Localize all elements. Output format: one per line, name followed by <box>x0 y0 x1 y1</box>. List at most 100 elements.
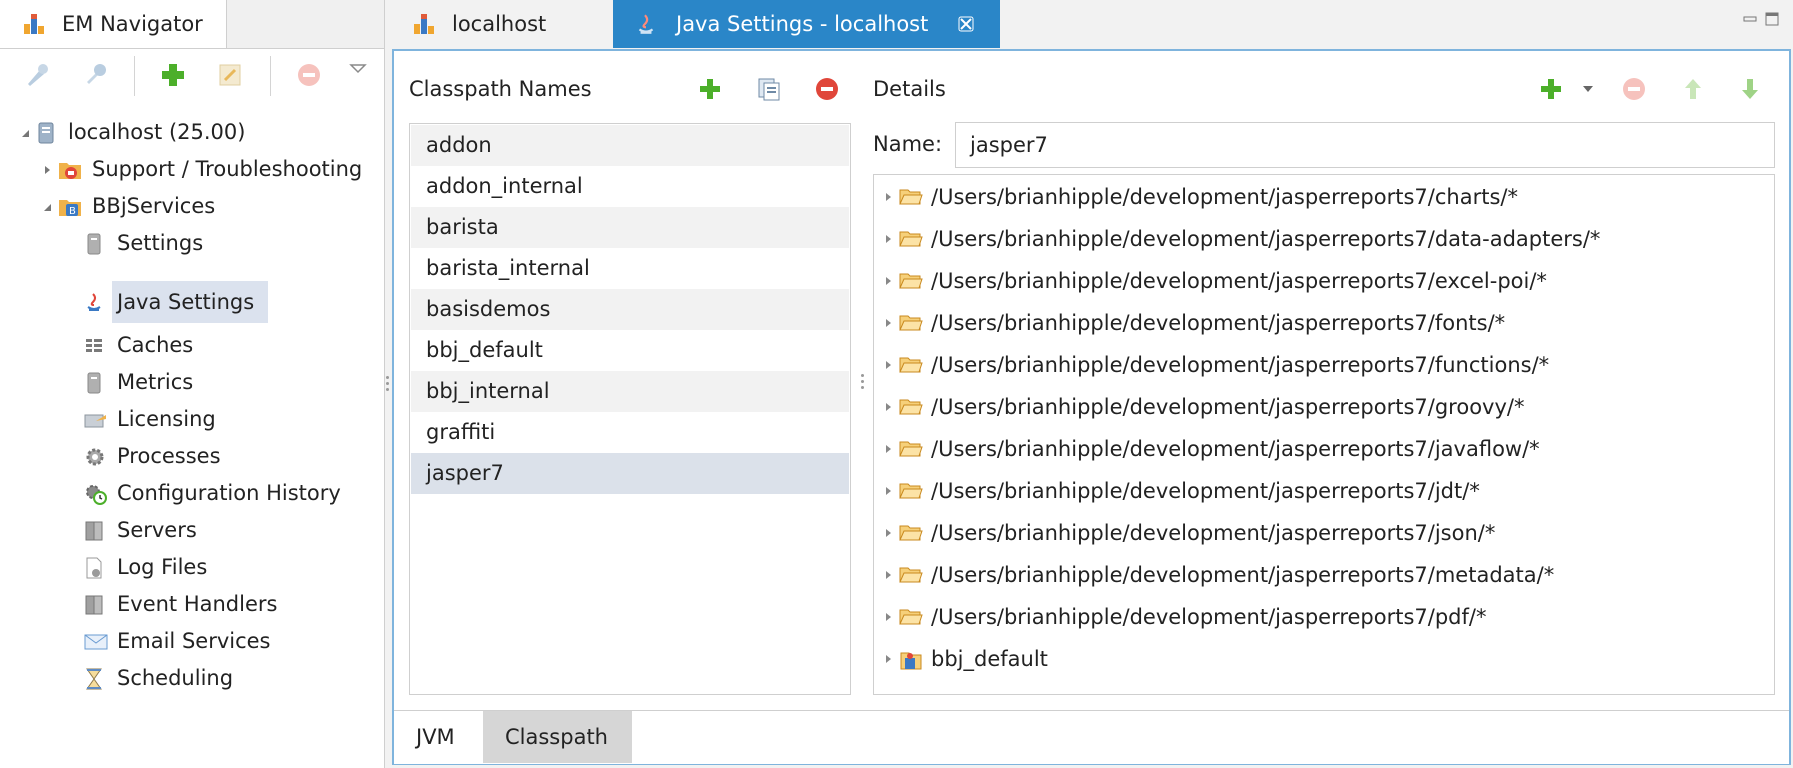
unpin-icon[interactable] <box>77 58 111 92</box>
splitter-grip[interactable] <box>861 386 864 389</box>
folder-icon <box>899 439 923 459</box>
add-icon[interactable] <box>156 58 190 92</box>
tree-item-bbjservices[interactable]: B BBjServices <box>0 187 384 225</box>
splitter-grip[interactable] <box>386 376 389 379</box>
tab-localhost[interactable]: localhost <box>386 0 612 48</box>
metrics-icon <box>84 372 104 394</box>
collapsed-arrow-icon[interactable] <box>883 612 893 622</box>
tab-em-navigator[interactable]: EM Navigator <box>0 0 227 48</box>
collapsed-arrow-icon[interactable] <box>883 318 893 328</box>
list-item[interactable]: bbj_default <box>411 330 849 371</box>
classpath-names-list[interactable]: addon addon_internal barista barista_int… <box>409 123 851 695</box>
collapsed-arrow-icon[interactable] <box>883 486 893 496</box>
path-label: /Users/brianhipple/development/jasperrep… <box>931 563 1555 587</box>
tree-item-settings[interactable]: Settings <box>80 224 280 262</box>
collapsed-arrow-icon[interactable] <box>883 276 893 286</box>
collapsed-arrow-icon[interactable] <box>42 165 52 175</box>
copy-classpath-button[interactable] <box>756 76 782 102</box>
list-item[interactable]: basisdemos <box>411 289 849 330</box>
folder-icon <box>899 397 923 417</box>
tree-row-path[interactable]: /Users/brianhipple/development/jasperrep… <box>873 176 1773 218</box>
tree-item-label: Scheduling <box>117 666 234 690</box>
tree-row-path[interactable]: /Users/brianhipple/development/jasperrep… <box>873 302 1773 344</box>
pin-icon[interactable] <box>20 58 54 92</box>
tree-item-java-settings[interactable]: Java Settings <box>87 281 268 323</box>
tree-row-path[interactable]: /Users/brianhipple/development/jasperrep… <box>873 218 1773 260</box>
caches-icon <box>84 335 104 357</box>
tree-row-path[interactable]: /Users/brianhipple/development/jasperrep… <box>873 470 1773 512</box>
navigator-tab-label: EM Navigator <box>62 12 203 36</box>
edit-icon[interactable] <box>213 58 247 92</box>
tree-item-metrics[interactable]: Metrics <box>80 363 280 401</box>
expanded-arrow-icon[interactable] <box>20 128 30 138</box>
collapsed-arrow-icon[interactable] <box>883 570 893 580</box>
collapsed-arrow-icon[interactable] <box>883 528 893 538</box>
remove-classpath-button[interactable] <box>814 76 840 102</box>
list-item[interactable]: barista <box>411 207 849 248</box>
add-entry-dropdown-icon[interactable] <box>1582 84 1594 94</box>
tree-item-processes[interactable]: Processes <box>80 437 280 475</box>
add-entry-button[interactable] <box>1538 76 1564 102</box>
collapsed-arrow-icon[interactable] <box>883 654 893 664</box>
tree-row-path[interactable]: /Users/brianhipple/development/jasperrep… <box>873 386 1773 428</box>
support-icon <box>58 159 82 181</box>
splitter-grip[interactable] <box>861 380 864 383</box>
path-label: /Users/brianhipple/development/jasperrep… <box>931 521 1496 545</box>
tree-row-classpath-reference[interactable]: bbj_default <box>873 638 1773 680</box>
tree-item-support-troubleshooting[interactable]: Support / Troubleshooting <box>0 150 384 188</box>
tree-item-caches[interactable]: Caches <box>80 326 280 364</box>
tab-jvm[interactable]: JVM <box>394 711 482 763</box>
move-up-button[interactable] <box>1680 76 1706 102</box>
tree-item-email-services[interactable]: Email Services <box>80 622 280 660</box>
tab-classpath[interactable]: Classpath <box>483 711 632 763</box>
splitter-grip[interactable] <box>861 374 864 377</box>
tree-item-scheduling[interactable]: Scheduling <box>80 659 280 697</box>
tree-item-event-handlers[interactable]: Event Handlers <box>80 585 280 623</box>
name-field[interactable]: jasper7 <box>955 122 1775 168</box>
java-icon <box>84 291 104 313</box>
maximize-icon[interactable] <box>1765 12 1779 26</box>
remove-icon[interactable] <box>292 58 326 92</box>
move-down-button[interactable] <box>1737 76 1763 102</box>
tab-java-settings-localhost[interactable]: Java Settings - localhost <box>613 0 1000 48</box>
tree-row-path[interactable]: /Users/brianhipple/development/jasperrep… <box>873 428 1773 470</box>
splitter-grip[interactable] <box>386 388 389 391</box>
tree-item-configuration-history[interactable]: Configuration History <box>80 474 360 512</box>
path-label: /Users/brianhipple/development/jasperrep… <box>931 185 1518 209</box>
collapsed-arrow-icon[interactable] <box>883 192 893 202</box>
add-classpath-button[interactable] <box>697 76 723 102</box>
collapsed-arrow-icon[interactable] <box>883 444 893 454</box>
tree-row-path[interactable]: /Users/brianhipple/development/jasperrep… <box>873 554 1773 596</box>
list-item[interactable]: bbj_internal <box>411 371 849 412</box>
tree-item-localhost[interactable]: localhost (25.00) <box>0 113 384 151</box>
list-item[interactable]: graffiti <box>411 412 849 453</box>
tree-item-label: Email Services <box>117 629 271 653</box>
path-label: /Users/brianhipple/development/jasperrep… <box>931 353 1550 377</box>
classpath-reference-icon <box>899 649 923 671</box>
tree-row-path[interactable]: /Users/brianhipple/development/jasperrep… <box>873 512 1773 554</box>
tree-item-log-files[interactable]: Log Files <box>80 548 280 586</box>
close-icon[interactable] <box>958 16 974 32</box>
view-menu-icon[interactable] <box>346 58 370 92</box>
tree-item-licensing[interactable]: Licensing <box>80 400 280 438</box>
minimize-icon[interactable] <box>1743 14 1757 24</box>
collapsed-arrow-icon[interactable] <box>883 360 893 370</box>
remove-entry-button[interactable] <box>1621 76 1647 102</box>
tree-row-path[interactable]: /Users/brianhipple/development/jasperrep… <box>873 596 1773 638</box>
list-item-selected[interactable]: jasper7 <box>411 453 849 494</box>
list-item[interactable]: addon_internal <box>411 166 849 207</box>
list-item[interactable]: addon <box>411 125 849 166</box>
collapsed-arrow-icon[interactable] <box>883 402 893 412</box>
processes-icon <box>84 446 106 468</box>
folder-icon <box>899 607 923 627</box>
svg-text:B: B <box>69 206 76 217</box>
collapsed-arrow-icon[interactable] <box>883 234 893 244</box>
tree-row-path[interactable]: /Users/brianhipple/development/jasperrep… <box>873 344 1773 386</box>
tree-item-label: Servers <box>117 518 197 542</box>
tree-row-path[interactable]: /Users/brianhipple/development/jasperrep… <box>873 260 1773 302</box>
tree-item-servers[interactable]: Servers <box>80 511 280 549</box>
expanded-arrow-icon[interactable] <box>42 202 52 212</box>
splitter-grip[interactable] <box>386 382 389 385</box>
path-label: bbj_default <box>931 647 1048 671</box>
list-item[interactable]: barista_internal <box>411 248 849 289</box>
